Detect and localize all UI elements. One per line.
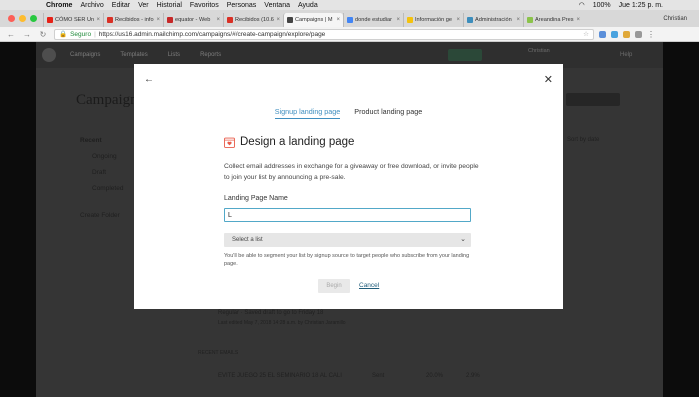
tab-label: Areandina Pres	[535, 17, 574, 23]
tab-close-icon[interactable]: ×	[216, 17, 220, 23]
browser-tab[interactable]: Recibidos (10.6 ×	[223, 13, 283, 27]
landing-page-name-input[interactable]	[224, 208, 471, 222]
lock-icon: 🔒	[59, 31, 68, 38]
close-icon[interactable]: ✕	[544, 73, 553, 86]
reload-icon[interactable]: ↻	[38, 30, 48, 39]
tab-favicon-icon	[527, 17, 533, 23]
tab-favicon-icon	[467, 17, 473, 23]
url-field[interactable]: 🔒 Seguro | https://us16.admin.mailchimp.…	[54, 28, 594, 40]
browser-tab[interactable]: Recibidos - info ×	[103, 13, 163, 27]
tab-favicon-icon	[227, 17, 233, 23]
extension-icon[interactable]	[599, 30, 606, 38]
list-select[interactable]: Select a list ⌄	[224, 233, 471, 247]
tab-favicon-icon	[287, 17, 293, 23]
list-select-value: Select a list	[232, 237, 263, 243]
close-window-button[interactable]	[8, 15, 15, 22]
modal-title: Design a landing page	[240, 136, 355, 148]
landing-page-icon	[224, 137, 235, 148]
back-arrow-icon[interactable]: ←	[144, 74, 154, 85]
browser-tab[interactable]: equator - Web ×	[163, 13, 223, 27]
landing-page-tabs: Signup landing page Product landing page	[134, 107, 563, 119]
tab-label: CÓMO SER Un	[55, 17, 95, 23]
clock[interactable]: Jue 1:25 p. m.	[619, 2, 663, 9]
tab-signup-landing-page[interactable]: Signup landing page	[274, 107, 341, 119]
browser-tab[interactable]: Campaigns | M ×	[283, 13, 343, 27]
browser-tab[interactable]: donde estudiar ×	[343, 13, 403, 27]
menu-item-historial[interactable]: Historial	[157, 2, 182, 9]
url-separator: |	[94, 30, 96, 38]
profile-name[interactable]: Christian	[663, 16, 687, 22]
tab-close-icon[interactable]: ×	[576, 17, 580, 23]
begin-button[interactable]: Begin	[318, 279, 350, 293]
tab-favicon-icon	[407, 17, 413, 23]
back-icon[interactable]: ←	[6, 30, 16, 39]
tab-label: Administración	[475, 17, 512, 23]
tab-label: equator - Web	[175, 17, 211, 23]
tab-close-icon[interactable]: ×	[396, 17, 400, 23]
tab-close-icon[interactable]: ×	[456, 17, 460, 23]
tab-strip: CÓMO SER Un × Recibidos - info × equator - W…	[0, 10, 699, 27]
tab-label: Recibidos (10.6	[235, 17, 274, 23]
tab-favicon-icon	[47, 17, 53, 23]
cancel-link[interactable]: Cancel	[359, 282, 379, 289]
browser-tab[interactable]: Areandina Pres ×	[523, 13, 583, 27]
menu-app-name[interactable]: Chrome	[46, 2, 72, 9]
tab-label: Recibidos - info	[115, 17, 154, 23]
create-landing-page-modal: ← ✕ Signup landing page Product landing …	[134, 64, 563, 309]
menu-bar: Chrome Archivo Editar Ver Historial Favo…	[0, 0, 699, 10]
tab-close-icon[interactable]: ×	[276, 17, 280, 23]
menu-item-favoritos[interactable]: Favoritos	[190, 2, 219, 9]
extension-icon[interactable]	[635, 30, 642, 38]
segment-hint: You'll be able to segment your list by s…	[224, 253, 470, 267]
menu-item-ayuda[interactable]: Ayuda	[298, 2, 318, 9]
window-controls	[8, 15, 37, 22]
address-bar: ← → ↻ 🔒 Seguro | https://us16.admin.mail…	[0, 27, 699, 42]
tab-label: donde estudiar	[355, 17, 393, 23]
menu-item-ventana[interactable]: Ventana	[264, 2, 290, 9]
menu-kebab-icon[interactable]: ⋮	[647, 30, 655, 39]
zoom-window-button[interactable]	[30, 15, 37, 22]
modal-heading: Design a landing page	[224, 136, 354, 148]
landing-page-name-label: Landing Page Name	[224, 195, 288, 202]
tab-label: Campaigns | M	[295, 17, 333, 23]
tab-close-icon[interactable]: ×	[96, 17, 100, 23]
extension-icon[interactable]	[611, 30, 618, 38]
menu-item-editar[interactable]: Editar	[112, 2, 130, 9]
tab-favicon-icon	[107, 17, 113, 23]
star-icon[interactable]: ☆	[583, 30, 589, 38]
tab-close-icon[interactable]: ×	[516, 17, 520, 23]
tab-close-icon[interactable]: ×	[156, 17, 160, 23]
browser-tab[interactable]: Información ge ×	[403, 13, 463, 27]
battery-percent[interactable]: 100%	[593, 2, 611, 9]
tab-product-landing-page[interactable]: Product landing page	[354, 107, 422, 119]
extension-icon[interactable]	[623, 30, 630, 38]
browser-tab[interactable]: CÓMO SER Un ×	[43, 13, 103, 27]
secure-label: Seguro	[70, 30, 92, 38]
menu-item-personas[interactable]: Personas	[227, 2, 257, 9]
url-text: https://us16.admin.mailchimp.com/campaig…	[98, 30, 326, 38]
minimize-window-button[interactable]	[19, 15, 26, 22]
modal-description: Collect email addresses in exchange for …	[224, 163, 479, 181]
wifi-icon[interactable]: ◠	[579, 1, 585, 9]
menu-item-archivo[interactable]: Archivo	[80, 2, 103, 9]
tab-favicon-icon	[347, 17, 353, 23]
tab-close-icon[interactable]: ×	[336, 17, 340, 23]
menu-status-area: ◠ 100% Jue 1:25 p. m.	[579, 1, 663, 10]
chevron-down-icon: ⌄	[460, 236, 466, 243]
tab-favicon-icon	[167, 17, 173, 23]
tab-label: Información ge	[415, 17, 453, 23]
screen: Chrome Archivo Editar Ver Historial Favo…	[0, 0, 699, 397]
browser-tab[interactable]: Administración ×	[463, 13, 523, 27]
forward-icon[interactable]: →	[22, 30, 32, 39]
menu-item-ver[interactable]: Ver	[138, 2, 149, 9]
browser-tabs: CÓMO SER Un × Recibidos - info × equator - W…	[43, 13, 583, 27]
